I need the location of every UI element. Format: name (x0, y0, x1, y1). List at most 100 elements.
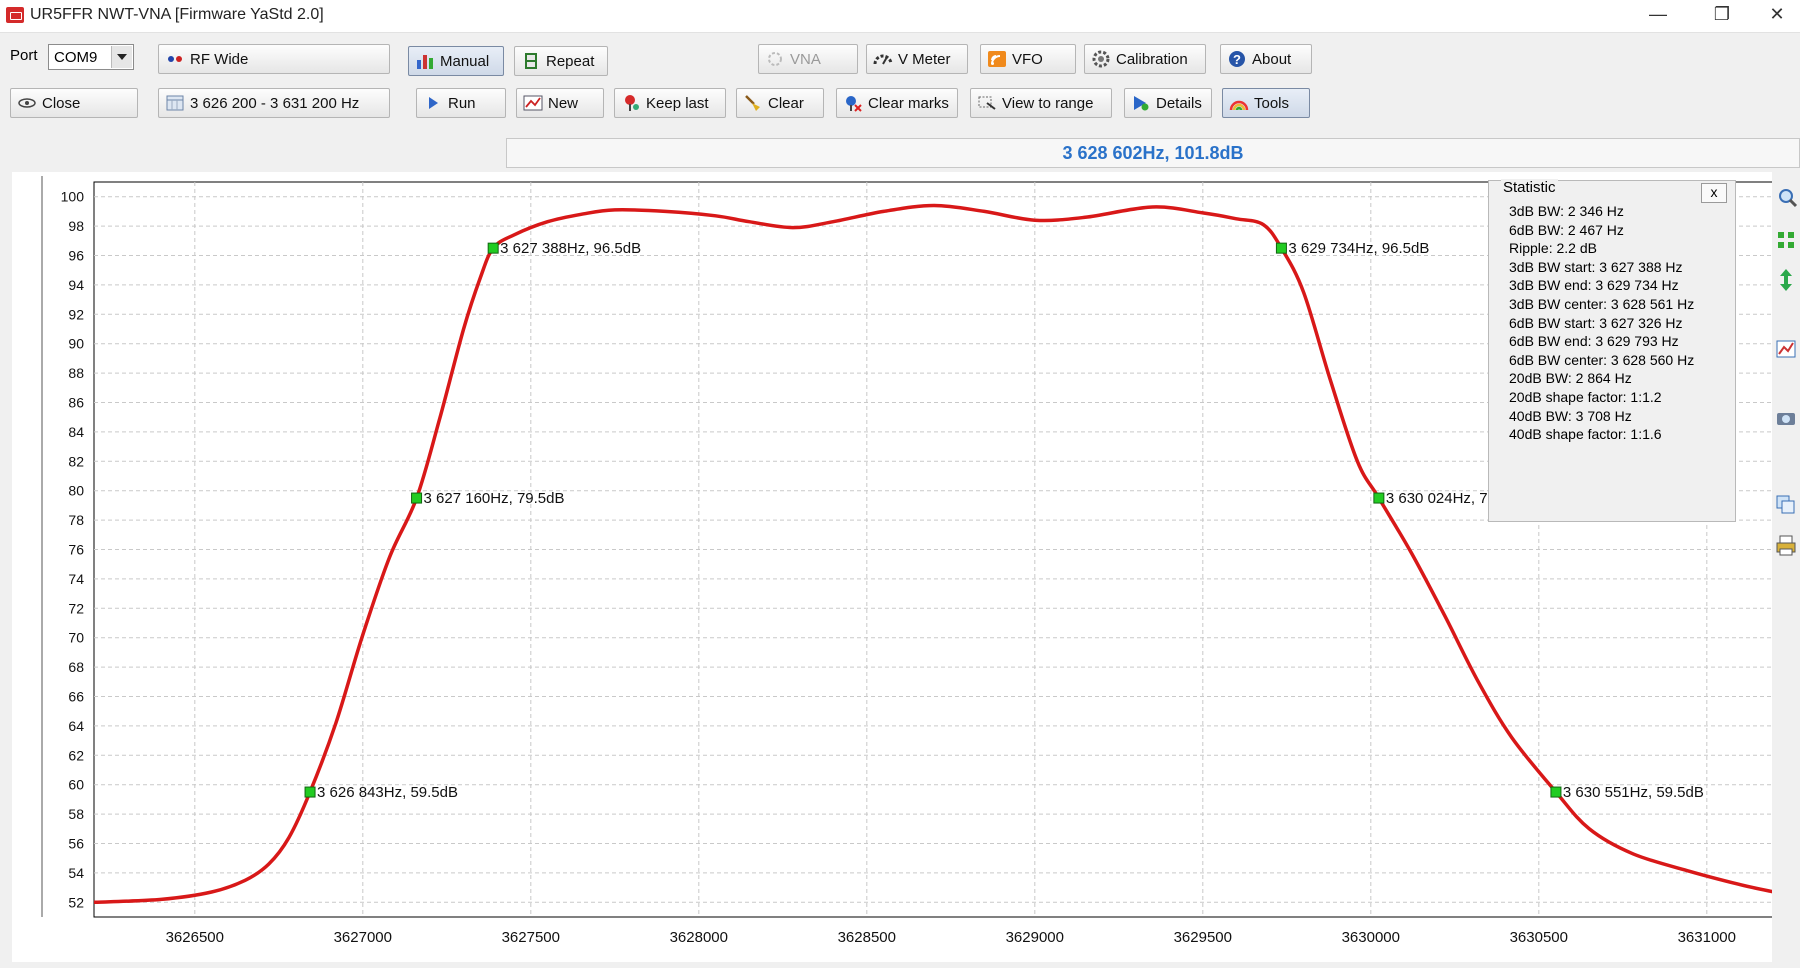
x-tick-label: 3631000 (1678, 929, 1736, 946)
port-value: COM9 (54, 49, 98, 66)
marker-label: 3 629 734Hz, 96.5dB (1288, 240, 1429, 257)
y-tick-label: 94 (68, 277, 84, 293)
marker-label: 3 630 551Hz, 59.5dB (1563, 784, 1704, 801)
tools-button[interactable]: Tools (1222, 88, 1310, 118)
x-tick-label: 3627500 (502, 929, 560, 946)
restore-button[interactable]: ❐ (1690, 0, 1754, 30)
port-select[interactable]: COM9 (48, 44, 134, 70)
clear-label: Clear (768, 94, 804, 112)
y-tick-label: 56 (68, 836, 84, 852)
broom-icon (743, 94, 763, 112)
statistic-line: 6dB BW end: 3 629 793 Hz (1509, 333, 1679, 350)
help-icon: ? (1227, 50, 1247, 68)
marker-label: 3 626 843Hz, 59.5dB (317, 784, 458, 801)
x-tick-label: 3630500 (1510, 929, 1568, 946)
marker-point[interactable] (487, 242, 499, 254)
about-label: About (1252, 50, 1292, 68)
keep-last-button[interactable]: Keep last (614, 88, 726, 118)
marker-point[interactable] (304, 786, 316, 798)
x-tick-label: 3628000 (670, 929, 728, 946)
vna-button[interactable]: VNA (758, 44, 858, 74)
x-tick-label: 3626500 (166, 929, 224, 946)
bar-chart-icon (415, 52, 435, 70)
clear-marker-icon (843, 94, 863, 112)
wave-icon (987, 50, 1007, 68)
zoom-icon[interactable] (1774, 184, 1798, 212)
y-tick-label: 90 (68, 336, 84, 352)
minimize-button[interactable]: — (1626, 0, 1690, 30)
repeat-button[interactable]: Repeat (514, 46, 608, 76)
vfo-button[interactable]: VFO (980, 44, 1076, 74)
y-tick-label: 96 (68, 248, 84, 264)
fit-icon[interactable] (1774, 226, 1798, 254)
about-button[interactable]: ? About (1220, 44, 1312, 74)
keep-last-label: Keep last (646, 94, 709, 112)
statistic-title: Statistic (1501, 179, 1558, 196)
details-icon (1131, 94, 1151, 112)
y-tick-label: 62 (68, 747, 84, 763)
statistic-line: 40dB shape factor: 1:1.6 (1509, 426, 1662, 443)
manual-label: Manual (440, 52, 490, 70)
y-tick-label: 54 (68, 865, 84, 881)
y-tick-label: 78 (68, 512, 84, 528)
camera-icon[interactable] (1774, 404, 1798, 432)
y-tick-label: 100 (61, 189, 85, 205)
statistic-line: 20dB shape factor: 1:1.2 (1509, 389, 1662, 405)
tools-label: Tools (1254, 94, 1290, 112)
marker-point[interactable] (411, 492, 423, 504)
copy-icon[interactable] (1774, 490, 1798, 518)
y-tick-label: 52 (68, 894, 84, 910)
x-tick-label: 3630000 (1342, 929, 1400, 946)
statistic-line: 20dB BW: 2 864 Hz (1509, 370, 1632, 387)
x-tick-label: 3629500 (1174, 929, 1232, 946)
details-button[interactable]: Details (1124, 88, 1212, 118)
zoom-range-icon (977, 94, 997, 112)
marker-point[interactable] (1373, 492, 1385, 504)
rf-wide-button[interactable]: RF Wide (158, 44, 390, 74)
y-tick-label: 60 (68, 777, 84, 793)
app-icon (6, 7, 24, 23)
run-button[interactable]: Run (416, 88, 506, 118)
range-label: 3 626 200 - 3 631 200 Hz (190, 94, 360, 112)
svg-text:?: ? (1233, 52, 1241, 67)
range-button[interactable]: 3 626 200 - 3 631 200 Hz (158, 88, 390, 118)
v-meter-button[interactable]: V Meter (866, 44, 968, 74)
title-bar: UR5FFR NWT-VNA [Firmware YaStd 2.0] — ❐ … (0, 0, 1800, 33)
clear-button[interactable]: Clear (736, 88, 824, 118)
new-label: New (548, 94, 579, 112)
new-chart-icon (523, 94, 543, 112)
y-tick-label: 84 (68, 424, 84, 440)
y-tick-label: 86 (68, 395, 84, 411)
vna-icon (765, 50, 785, 68)
chevron-down-icon[interactable] (111, 46, 132, 68)
x-tick-label: 3629000 (1006, 929, 1064, 946)
clear-marks-button[interactable]: Clear marks (836, 88, 958, 118)
y-tick-label: 70 (68, 630, 84, 646)
close-button[interactable]: Close (10, 88, 138, 118)
y-tick-label: 80 (68, 483, 84, 499)
marker-point[interactable] (1275, 242, 1287, 254)
manual-button[interactable]: Manual (408, 46, 504, 76)
gauge-icon (873, 50, 893, 68)
marker-point[interactable] (1550, 786, 1562, 798)
calibration-button[interactable]: Calibration (1084, 44, 1206, 74)
vna-label: VNA (790, 50, 821, 68)
print-icon[interactable] (1774, 532, 1798, 560)
marker-label: 3 627 388Hz, 96.5dB (500, 240, 641, 257)
vertical-scale-icon[interactable] (1774, 266, 1798, 294)
y-tick-label: 88 (68, 365, 84, 381)
run-label: Run (448, 94, 476, 112)
close-window-button[interactable]: ✕ (1754, 0, 1800, 30)
statistic-line: 3dB BW: 2 346 Hz (1509, 203, 1624, 219)
view-to-range-button[interactable]: View to range (970, 88, 1112, 118)
y-tick-label: 72 (68, 600, 84, 616)
calibration-label: Calibration (1116, 50, 1188, 68)
statistic-panel: Statistic x 3dB BW: 2 346 Hz 6dB BW: 2 46… (1488, 179, 1736, 522)
statistic-close-button[interactable]: x (1701, 183, 1727, 203)
new-button[interactable]: New (516, 88, 604, 118)
details-label: Details (1156, 94, 1202, 112)
rainbow-icon (1229, 94, 1249, 112)
chart-icon[interactable] (1774, 336, 1798, 364)
gear-icon (1091, 50, 1111, 68)
vfo-label: VFO (1012, 50, 1043, 68)
